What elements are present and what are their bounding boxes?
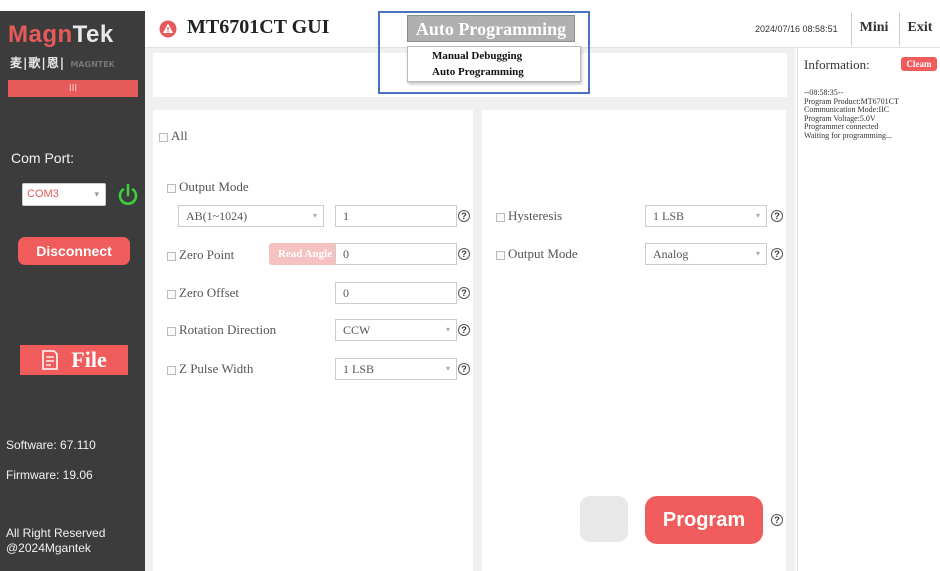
checkbox-box xyxy=(167,289,176,299)
output-mode-label: Output Mode xyxy=(179,179,249,194)
help-icon[interactable]: ? xyxy=(458,363,470,375)
hysteresis-label: Hysteresis xyxy=(508,208,563,223)
software-version: Software: 67.110 xyxy=(6,438,96,452)
menu-item-manual-debugging[interactable]: Manual Debugging xyxy=(432,50,522,62)
status-indicator xyxy=(580,496,628,542)
help-icon[interactable]: ? xyxy=(458,287,470,299)
checkbox-box xyxy=(167,365,176,375)
rights-text: All Right Reserved @2024Mgantek xyxy=(6,526,105,556)
output-mode-checkbox[interactable]: Output Mode xyxy=(167,179,249,195)
hysteresis-select[interactable]: 1 LSB ▾ xyxy=(645,205,767,227)
rotation-direction-label: Rotation Direction xyxy=(179,322,277,337)
logo: MagnTek xyxy=(8,21,114,49)
right-config-panel: Hysteresis 1 LSB ▾ ? Output Mode Analog … xyxy=(482,110,786,571)
output-mode-select[interactable]: AB(1~1024) ▾ xyxy=(178,205,324,227)
logo-chinese: 麦|歌|恩| MAGNTEK xyxy=(10,54,115,71)
all-label: All xyxy=(171,128,188,143)
checkbox-box xyxy=(167,326,176,336)
header-bar: MT6701CT GUI Auto Programming 2024/07/16… xyxy=(145,11,940,48)
rights-line1: All Right Reserved xyxy=(6,526,106,540)
clean-button[interactable]: Cleam xyxy=(901,57,937,71)
zero-offset-checkbox[interactable]: Zero Offset xyxy=(167,285,239,301)
firmware-version: Firmware: 19.06 xyxy=(6,468,93,482)
rotation-direction-value: CCW xyxy=(343,323,371,337)
output-mode-analog-value: Analog xyxy=(653,247,689,261)
rotation-direction-checkbox[interactable]: Rotation Direction xyxy=(167,322,276,338)
zero-offset-input[interactable]: 0 xyxy=(335,282,457,304)
chevron-down-icon: ▾ xyxy=(445,325,450,334)
file-button[interactable]: File xyxy=(20,345,128,375)
rights-line2: @2024Mgantek xyxy=(6,541,91,555)
power-icon[interactable] xyxy=(116,183,140,207)
log-line: Waiting for programming... xyxy=(804,130,893,140)
output-mode-select-value: AB(1~1024) xyxy=(186,209,248,223)
mode-dropdown-menu: Manual Debugging Auto Programming xyxy=(407,46,581,82)
read-angle-button[interactable]: Read Angle xyxy=(269,243,341,265)
checkbox-box xyxy=(496,250,505,260)
output-mode-analog-checkbox[interactable]: Output Mode xyxy=(496,246,578,262)
chevron-down-icon: ▾ xyxy=(312,211,317,220)
checkbox-box xyxy=(159,132,168,142)
zero-point-checkbox[interactable]: Zero Point xyxy=(167,247,234,263)
mode-select[interactable]: Auto Programming xyxy=(407,15,575,42)
chevron-down-icon: ▾ xyxy=(755,211,760,220)
menu-item-auto-programming[interactable]: Auto Programming xyxy=(432,66,524,78)
program-button[interactable]: Program xyxy=(645,496,763,544)
logo-part2: Tek xyxy=(72,21,114,48)
file-label: File xyxy=(71,347,107,372)
datetime: 2024/07/16 08:58:51 xyxy=(755,24,838,34)
z-pulse-width-checkbox[interactable]: Z Pulse Width xyxy=(167,361,253,377)
help-icon[interactable]: ? xyxy=(771,514,783,526)
information-panel: Information: Cleam --08:58:35-- Program … xyxy=(797,48,940,571)
help-icon[interactable]: ? xyxy=(458,324,470,336)
chevron-down-icon: ▾ xyxy=(445,364,450,373)
rotation-direction-select[interactable]: CCW ▾ xyxy=(335,319,457,341)
checkbox-box xyxy=(496,212,505,222)
hysteresis-checkbox[interactable]: Hysteresis xyxy=(496,208,562,224)
com-port-label: Com Port: xyxy=(11,150,75,166)
com-port-value: COM3 xyxy=(27,188,59,200)
checkbox-box xyxy=(167,251,176,261)
checkbox-box xyxy=(167,183,176,193)
information-title: Information: xyxy=(804,57,870,72)
zero-point-label: Zero Point xyxy=(179,247,235,262)
sidebar: MagnTek 麦|歌|恩| MAGNTEK III Com Port: COM… xyxy=(0,11,145,571)
help-icon[interactable]: ? xyxy=(771,210,783,222)
left-config-panel: All Output Mode AB(1~1024) ▾ 1 ? Zero Po… xyxy=(153,110,473,571)
chevron-down-icon: ▾ xyxy=(94,189,99,199)
output-mode-input[interactable]: 1 xyxy=(335,205,457,227)
zero-point-input[interactable]: 0 xyxy=(335,243,457,265)
z-pulse-width-value: 1 LSB xyxy=(343,362,375,376)
app-title: MT6701CT GUI xyxy=(187,16,330,38)
warning-icon xyxy=(159,20,177,38)
logo-part1: Magn xyxy=(8,21,73,48)
chevron-down-icon: ▾ xyxy=(755,249,760,258)
help-icon[interactable]: ? xyxy=(771,248,783,260)
work-area: All Output Mode AB(1~1024) ▾ 1 ? Zero Po… xyxy=(145,48,795,571)
file-icon xyxy=(42,350,59,370)
z-pulse-width-select[interactable]: 1 LSB ▾ xyxy=(335,358,457,380)
all-checkbox[interactable]: All xyxy=(159,128,188,144)
exit-button[interactable]: Exit xyxy=(899,13,940,46)
com-port-select[interactable]: COM3 ▾ xyxy=(22,183,106,206)
help-icon[interactable]: ? xyxy=(458,248,470,260)
help-icon[interactable]: ? xyxy=(458,210,470,222)
information-log: --08:58:35-- Program Product:MT6701CT Co… xyxy=(804,88,899,140)
disconnect-button[interactable]: Disconnect xyxy=(18,237,130,265)
logo-chinese-text: 麦|歌|恩| xyxy=(10,56,66,70)
hysteresis-value: 1 LSB xyxy=(653,209,685,223)
z-pulse-width-label: Z Pulse Width xyxy=(179,361,254,376)
output-mode-analog-label: Output Mode xyxy=(508,246,578,261)
red-accent-bar: III xyxy=(8,80,138,97)
zero-offset-label: Zero Offset xyxy=(179,285,240,300)
output-mode-analog-select[interactable]: Analog ▾ xyxy=(645,243,767,265)
logo-chinese-sub: MAGNTEK xyxy=(70,60,115,69)
mini-button[interactable]: Mini xyxy=(851,13,896,46)
